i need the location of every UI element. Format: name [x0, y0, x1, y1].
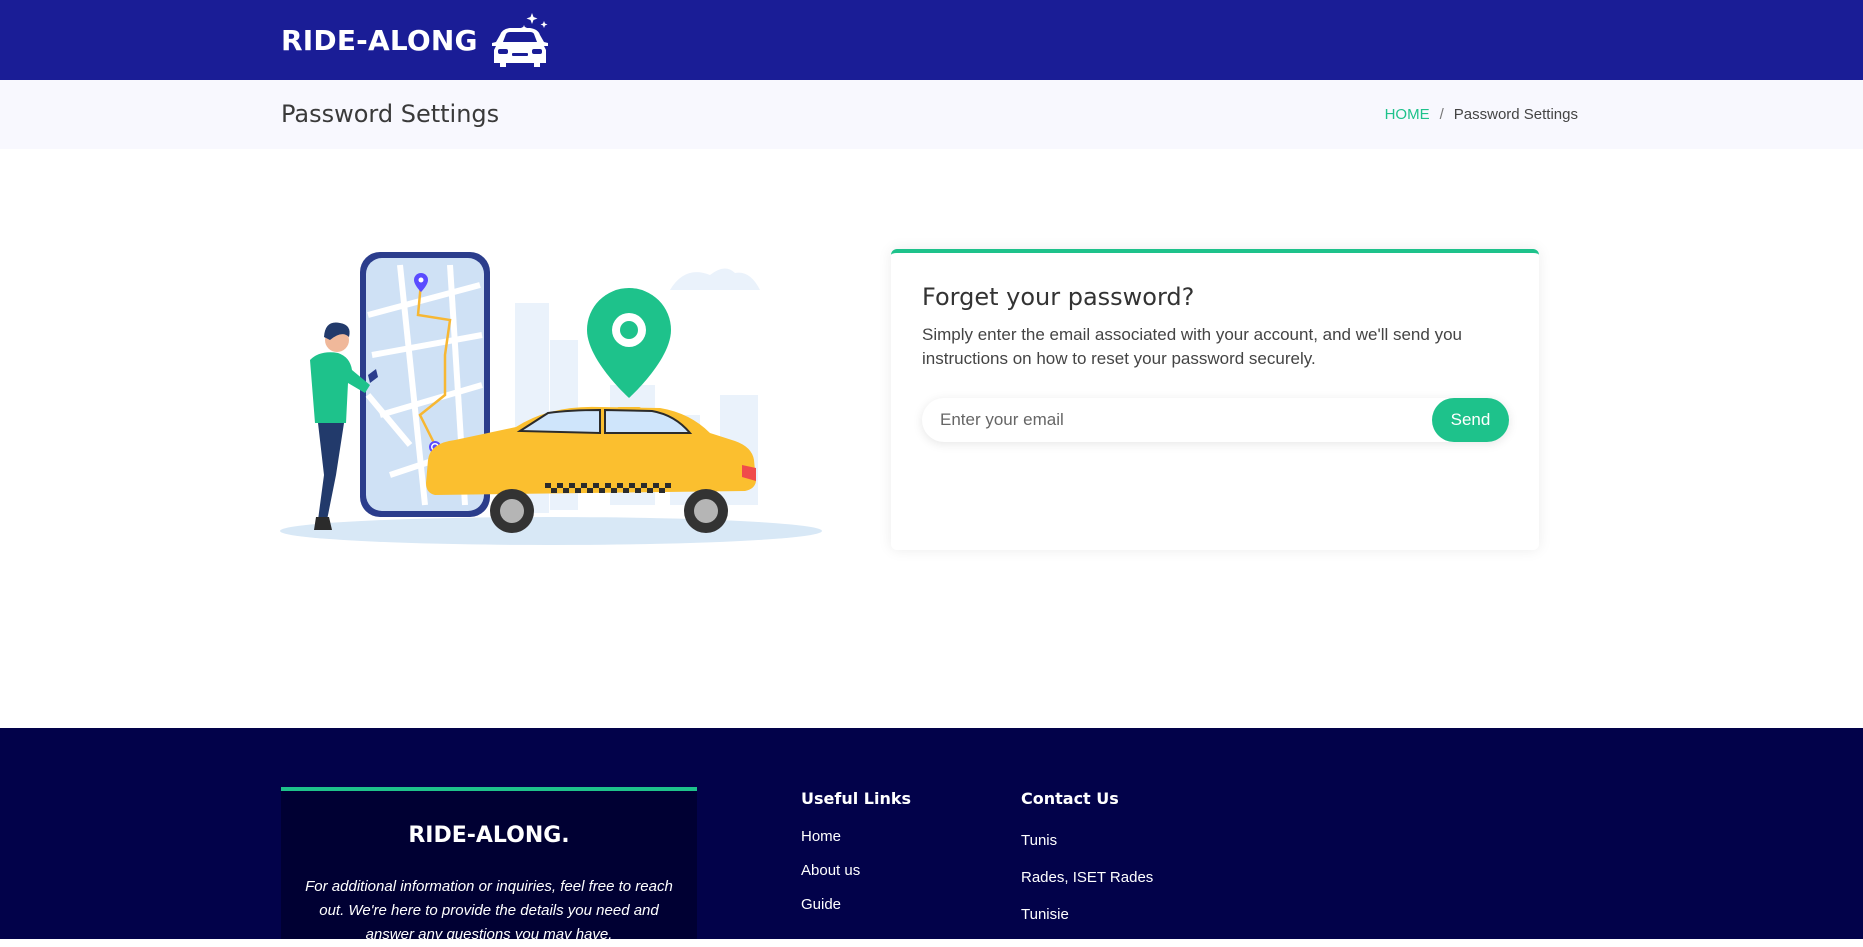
card-description: Simply enter the email associated with y… — [922, 325, 1462, 368]
footer-about-text: For additional information or inquiries,… — [305, 878, 673, 943]
car-sparkle-icon — [491, 13, 548, 67]
contact-address: Rades, ISET Rades — [1021, 869, 1154, 886]
useful-links-heading: Useful Links — [801, 789, 912, 808]
footer-link-guide[interactable]: Guide — [801, 896, 841, 913]
breadcrumb: HOME / Password Settings — [1385, 106, 1578, 123]
page-title-band — [0, 80, 1863, 149]
top-navbar: RIDE-ALONG — [0, 0, 1863, 80]
taxi-map-illustration — [280, 252, 822, 545]
breadcrumb-home-link[interactable]: HOME — [1385, 106, 1430, 123]
brand-logo-link[interactable]: RIDE-ALONG — [281, 0, 552, 80]
footer-link-home[interactable]: Home — [801, 828, 841, 845]
breadcrumb-current: Password Settings — [1453, 106, 1578, 123]
page-title: Password Settings — [281, 100, 500, 128]
contact-country: Tunisie — [1021, 906, 1069, 923]
email-input[interactable] — [922, 398, 1442, 442]
send-button[interactable]: Send — [1432, 398, 1509, 442]
card-title: Forget your password? — [922, 283, 1195, 311]
brand-name: RIDE-ALONG — [281, 23, 478, 57]
breadcrumb-separator: / — [1439, 106, 1444, 123]
reset-password-card: Forget your password? Simply enter the e… — [891, 249, 1539, 550]
footer — [0, 728, 1863, 939]
reset-form: Send — [922, 398, 1509, 442]
footer-brand: RIDE-ALONG. — [408, 823, 570, 848]
footer-about-box: RIDE-ALONG. For additional information o… — [281, 787, 697, 943]
contact-city: Tunis — [1021, 832, 1058, 849]
footer-link-about-us[interactable]: About us — [801, 862, 860, 879]
contact-us-heading: Contact Us — [1021, 789, 1119, 808]
